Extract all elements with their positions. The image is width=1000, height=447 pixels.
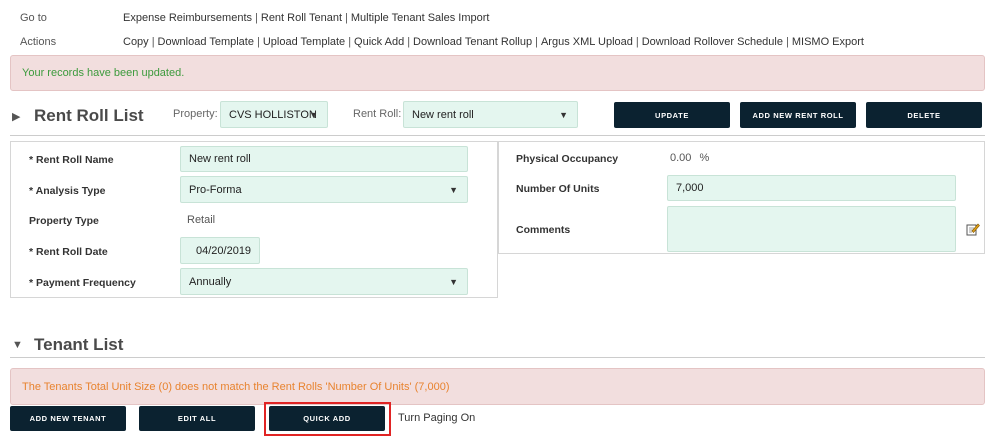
physical-occupancy-unit: % (699, 152, 710, 164)
turn-paging-on-link[interactable]: Turn Paging On (398, 412, 475, 424)
rent-roll-form-left: * Rent Roll Name New rent roll * Analysi… (10, 141, 498, 298)
comments-textarea[interactable] (667, 206, 956, 252)
action-argus-xml-upload[interactable]: Argus XML Upload (541, 36, 633, 48)
chevron-down-icon: ▼ (449, 276, 458, 287)
property-type-value: Retail (187, 214, 216, 226)
divider (10, 357, 985, 358)
goto-label: Go to (20, 12, 47, 24)
update-button[interactable]: UPDATE (614, 102, 730, 128)
link-rent-roll-tenant[interactable]: Rent Roll Tenant (261, 12, 342, 24)
edit-note-icon[interactable] (966, 222, 980, 236)
link-expense-reimbursements[interactable]: Expense Reimbursements (123, 12, 252, 24)
units-mismatch-alert-text: The Tenants Total Unit Size (0) does not… (22, 380, 450, 393)
action-download-rollover-schedule[interactable]: Download Rollover Schedule (642, 36, 783, 48)
analysis-type-select[interactable]: Pro-Forma ▼ (180, 176, 468, 203)
rent-roll-label: Rent Roll: (353, 108, 402, 120)
rent-roll-form-right: Physical Occupancy 0.00 % Number Of Unit… (498, 141, 985, 254)
number-of-units-value: 7,000 (676, 182, 704, 194)
tenant-list-title: Tenant List (34, 335, 124, 354)
payment-frequency-label: * Payment Frequency (29, 277, 136, 289)
divider (10, 135, 985, 136)
action-download-template[interactable]: Download Template (158, 36, 254, 48)
payment-frequency-select[interactable]: Annually ▼ (180, 268, 468, 295)
analysis-type-value: Pro-Forma (189, 183, 242, 196)
action-quick-add[interactable]: Quick Add (354, 36, 404, 48)
rent-roll-list-toggle-icon[interactable]: ▶ (12, 110, 20, 123)
property-select-value: CVS HOLLISTON (229, 108, 317, 121)
analysis-type-label: * Analysis Type (29, 185, 106, 197)
action-upload-template[interactable]: Upload Template (263, 36, 345, 48)
action-download-tenant-rollup[interactable]: Download Tenant Rollup (413, 36, 532, 48)
link-multiple-tenant-sales-import[interactable]: Multiple Tenant Sales Import (351, 12, 490, 24)
delete-button[interactable]: DELETE (866, 102, 982, 128)
chevron-down-icon: ▼ (449, 184, 458, 195)
rent-roll-name-label: * Rent Roll Name (29, 154, 114, 166)
chevron-down-icon: ▼ (559, 109, 568, 120)
chevron-down-icon: ▼ (309, 109, 318, 120)
property-type-label: Property Type (29, 215, 99, 227)
rent-roll-select-value: New rent roll (412, 108, 474, 121)
physical-occupancy-value: 0.00 % (670, 152, 709, 164)
add-new-rent-roll-button[interactable]: ADD NEW RENT ROLL (740, 102, 856, 128)
action-mismo-export[interactable]: MISMO Export (792, 36, 864, 48)
physical-occupancy-label: Physical Occupancy (516, 153, 619, 165)
action-copy[interactable]: Copy (123, 36, 149, 48)
units-mismatch-alert: The Tenants Total Unit Size (0) does not… (10, 368, 985, 405)
rent-roll-list-title: Rent Roll List (34, 106, 144, 125)
payment-frequency-value: Annually (189, 275, 232, 288)
success-alert: Your records have been updated. (10, 55, 985, 91)
property-select[interactable]: CVS HOLLISTON ▼ (220, 101, 328, 128)
goto-links: Expense Reimbursements | Rent Roll Tenant |… (123, 12, 490, 24)
success-alert-text: Your records have been updated. (22, 67, 185, 79)
rent-roll-date-label: * Rent Roll Date (29, 246, 108, 258)
rent-roll-name-input[interactable]: New rent roll (180, 146, 468, 172)
number-of-units-label: Number Of Units (516, 183, 600, 195)
property-label: Property: (173, 108, 218, 120)
rent-roll-date-input[interactable]: 04/20/2019 (180, 237, 260, 264)
tenant-list-toggle-icon[interactable]: ▼ (12, 339, 23, 351)
rent-roll-select[interactable]: New rent roll ▼ (403, 101, 578, 128)
rent-roll-date-value: 04/20/2019 (196, 244, 252, 257)
actions-links: Copy | Download Template | Upload Template | Q… (123, 36, 864, 48)
number-of-units-input[interactable]: 7,000 (667, 175, 956, 201)
quick-add-button[interactable]: QUICK ADD (269, 406, 385, 431)
rent-roll-name-value: New rent roll (189, 153, 251, 165)
edit-all-button[interactable]: EDIT ALL (139, 406, 255, 431)
comments-label: Comments (516, 224, 571, 236)
physical-occupancy-number: 0.00 (670, 152, 692, 164)
actions-label: Actions (20, 36, 57, 48)
add-new-tenant-button[interactable]: ADD NEW TENANT (10, 406, 126, 431)
